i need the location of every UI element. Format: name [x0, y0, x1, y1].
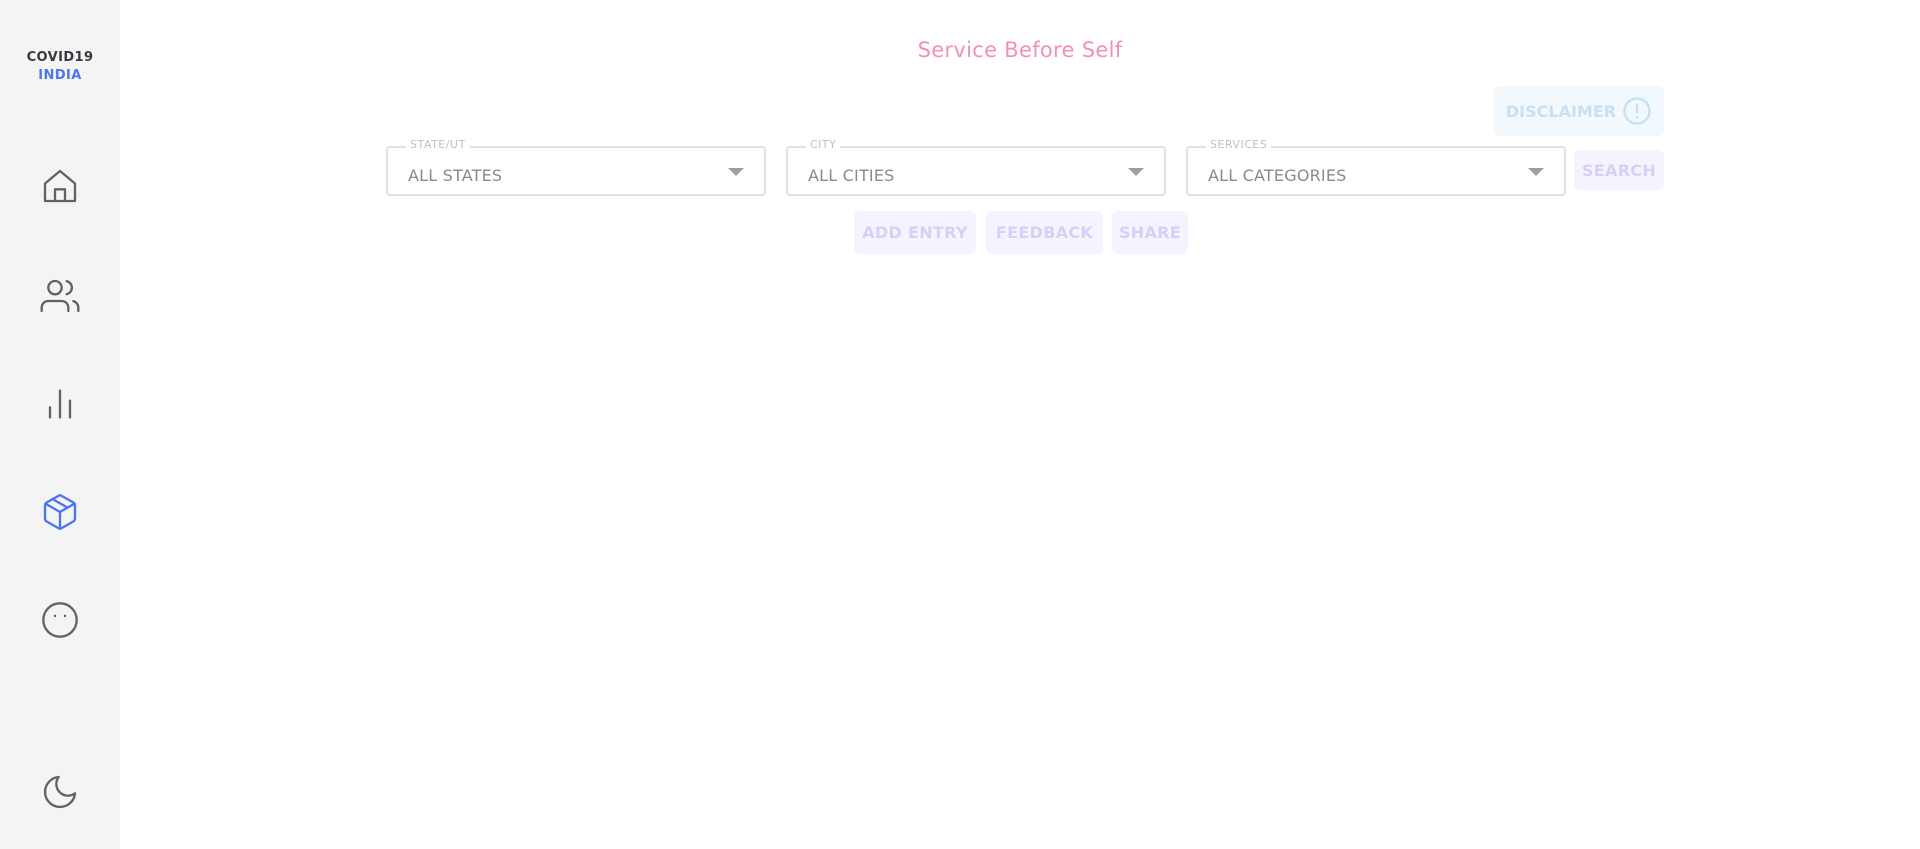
add-entry-button[interactable]: ADD ENTRY	[854, 211, 976, 254]
theme-toggle[interactable]	[38, 770, 82, 814]
chevron-down-icon	[1128, 168, 1144, 176]
face-icon	[42, 602, 78, 638]
feedback-button[interactable]: FEEDBACK	[986, 211, 1103, 254]
state-select-label: STATE/UT	[406, 138, 470, 151]
state-select-value: ALL STATES	[408, 166, 503, 185]
city-select-label: CITY	[806, 138, 841, 151]
nav-about[interactable]	[38, 598, 82, 642]
page-tagline: Service Before Self	[917, 38, 1123, 62]
services-select[interactable]: SERVICES ALL CATEGORIES	[1186, 138, 1566, 196]
services-select-value: ALL CATEGORIES	[1208, 166, 1347, 185]
info-circle-icon	[1623, 97, 1651, 125]
brand-line-1: COVID19	[26, 50, 94, 65]
services-select-label: SERVICES	[1206, 138, 1272, 151]
nav-volunteers[interactable]	[38, 274, 82, 318]
home-icon	[43, 169, 77, 203]
moon-icon	[43, 775, 77, 809]
nav-statistics[interactable]	[38, 382, 82, 426]
nav-home[interactable]	[38, 164, 82, 208]
brand-logo[interactable]: COVID19 INDIA	[0, 49, 120, 85]
sidebar: COVID19 INDIA	[0, 0, 120, 849]
nav-essentials[interactable]	[38, 490, 82, 534]
city-select[interactable]: CITY ALL CITIES	[786, 138, 1166, 196]
brand-line-2: INDIA	[38, 68, 82, 83]
users-icon	[40, 279, 80, 313]
chevron-down-icon	[1528, 168, 1544, 176]
search-button[interactable]: SEARCH	[1574, 150, 1664, 190]
state-select[interactable]: STATE/UT ALL STATES	[386, 138, 766, 196]
disclaimer-label: DISCLAIMER	[1505, 101, 1617, 121]
package-icon	[43, 494, 77, 530]
chevron-down-icon	[728, 168, 744, 176]
disclaimer-button[interactable]: DISCLAIMER	[1494, 86, 1664, 136]
city-select-value: ALL CITIES	[808, 166, 895, 185]
bar-chart-icon	[48, 389, 72, 419]
share-button[interactable]: SHARE	[1112, 211, 1188, 254]
